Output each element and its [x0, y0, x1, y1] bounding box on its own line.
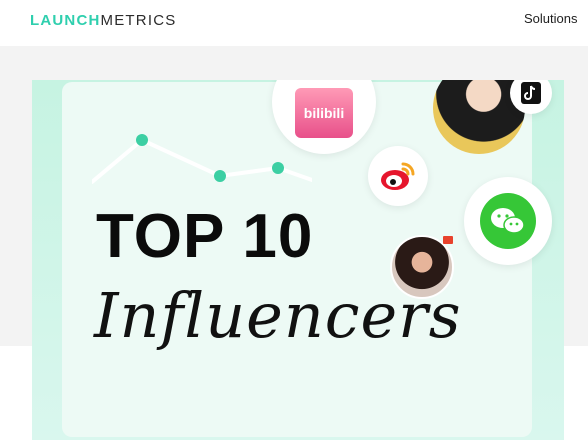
launchmetrics-logo[interactable]: LAUNCHMETRICS — [30, 12, 176, 29]
headline-top-10: TOP 10 — [96, 202, 314, 271]
bilibili-tile-text: bilibili — [303, 105, 345, 121]
tiktok-icon — [521, 82, 541, 104]
logo-part-launch: LAUNCH — [30, 12, 101, 29]
logo-part-metrics: METRICS — [100, 12, 177, 29]
article-hero-image: bilibili TOP 10 Influencers — [32, 80, 564, 440]
nav-link-solutions[interactable]: Solutions — [524, 11, 577, 26]
platform-badge — [443, 236, 453, 244]
weibo-icon — [381, 162, 415, 190]
top-navigation-bar: LAUNCHMETRICS Solutions — [0, 0, 588, 46]
wechat-icon — [480, 193, 536, 249]
wechat-bubble — [464, 177, 552, 265]
weibo-bubble — [368, 146, 428, 206]
trend-line-icon — [92, 134, 312, 184]
bilibili-icon: bilibili — [295, 88, 353, 138]
headline-influencers: Influencers — [94, 279, 462, 352]
tiktok-bubble — [510, 80, 552, 114]
